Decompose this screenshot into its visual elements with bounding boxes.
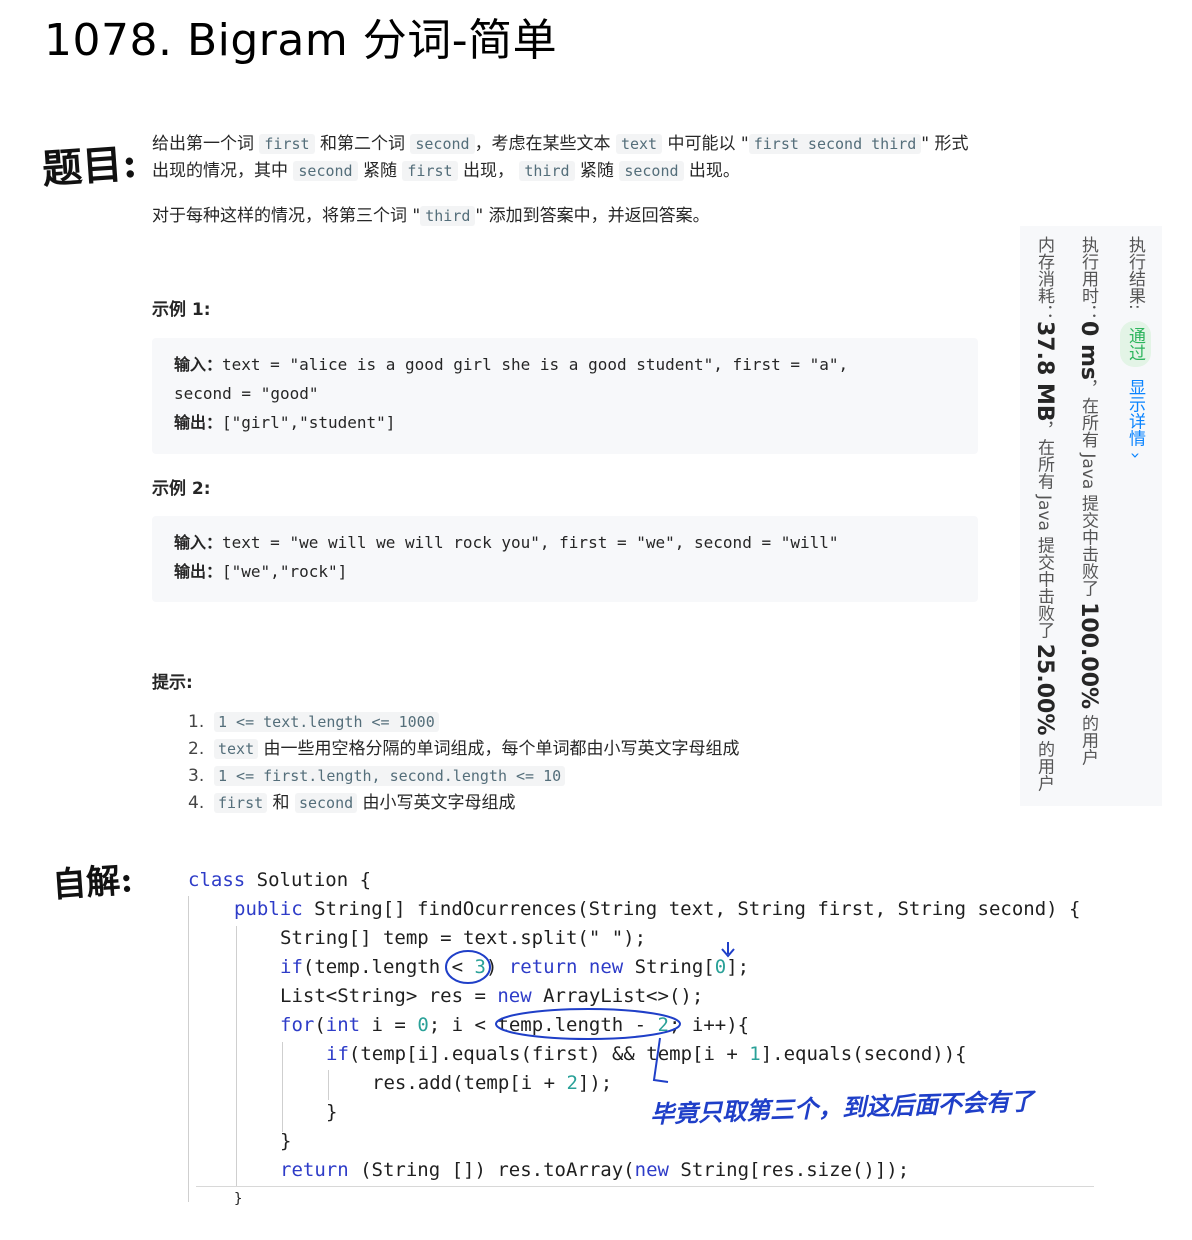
code-pattern: first second third (748, 134, 922, 154)
hints-list: 1. 1 <= text.length <= 1000 2. text 由一些用空格… (188, 709, 740, 817)
memory-line: 内存消耗：37.8 MB，在所有 Java 提交中击败了 25.00% 的用户 (1032, 236, 1057, 792)
runtime-line: 执行用时：0 ms，在所有 Java 提交中击败了 100.00% 的用户 (1076, 236, 1101, 766)
problem-statement: 给出第一个词 first 和第二个词 second ，考虑在某些文本 text 中… (152, 134, 969, 181)
list-item: 2. text 由一些用空格分隔的单词组成，每个单词都由小写英文字母组成 (188, 739, 740, 759)
example-2-label: 示例 2: (152, 479, 211, 499)
show-details-link[interactable]: 显示详情 › (1125, 379, 1145, 459)
submission-result-panel: 执行结果: 通过 显示详情 › 执行用时：0 ms，在所有 Java 提交中击败… (1020, 226, 1162, 806)
list-item: 3. 1 <= first.length, second.length <= 10 (188, 763, 740, 790)
solution-code: class Solution { public String[] findOcu… (188, 866, 1093, 1207)
annotation-marks (445, 942, 735, 1083)
list-item: 4. first 和 second 由小写英文字母组成 (188, 793, 516, 813)
handwritten-problem-label: 题目: (40, 139, 139, 194)
code-text: text (615, 134, 663, 154)
example-1-label: 示例 1: (152, 300, 211, 320)
code-first: first (259, 134, 315, 154)
hints-label: 提示: (152, 673, 193, 693)
handwritten-solution-label: 自解: (50, 860, 135, 906)
example-1-box: 输入：text = "alice is a good girl she is a… (152, 338, 978, 454)
status-line: 执行结果: 通过 显示详情 › (1120, 236, 1151, 459)
page-title: 1078. Bigram 分词-简单 (44, 15, 558, 66)
status-badge: 通过 (1120, 321, 1151, 368)
example-2-box: 输入：text = "we will we will rock you", fi… (152, 516, 978, 602)
code-second: second (410, 134, 475, 154)
list-item: 1. 1 <= text.length <= 1000 (188, 709, 740, 736)
problem-statement-2: 对于每种这样的情况，将第三个词 " third " 添加到答案中，并返回答案。 (152, 206, 710, 226)
